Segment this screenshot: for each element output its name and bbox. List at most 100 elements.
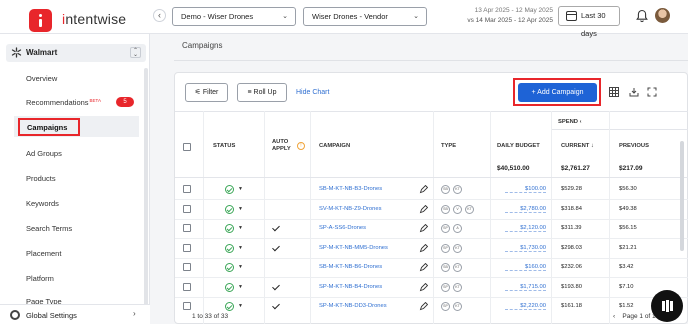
period-button[interactable]: Last 30 days (558, 6, 620, 38)
sidebar-item-recommendations[interactable]: RecommendationsBETA (26, 98, 101, 107)
col-divider (433, 111, 434, 324)
chat-bubble-icon[interactable] (651, 290, 683, 322)
current-spend: $298.03 (561, 244, 582, 251)
campaigns-card: ⚟ Filter ≡ Roll Up Hide Chart + Add Camp… (174, 72, 688, 324)
hide-chart-link[interactable]: Hide Chart (296, 89, 329, 96)
edit-pencil-icon[interactable] (419, 302, 428, 311)
campaign-name-link[interactable]: SP-A-SS6-Drones (319, 225, 366, 231)
campaign-name-link[interactable]: SP-M-KT-NB-DD3-Drones (319, 303, 387, 309)
type-badge: SB (441, 263, 450, 272)
row-checkbox[interactable] (183, 224, 191, 232)
info-icon[interactable]: ! (297, 142, 305, 150)
type-badge: SP (441, 302, 450, 311)
row-checkbox[interactable] (183, 243, 191, 252)
chevron-down-icon[interactable]: ▼ (238, 245, 243, 251)
column-header-previous[interactable]: PREVIOUS (619, 143, 649, 149)
row-checkbox[interactable] (183, 302, 191, 310)
daily-budget-link[interactable]: $100.00 (505, 186, 546, 193)
period-label: Last 30 days (581, 11, 606, 38)
campaign-name-link[interactable]: SP-M-KT-NB-MM5-Drones (319, 245, 388, 251)
status-active-icon[interactable] (225, 302, 234, 311)
download-icon[interactable] (629, 87, 639, 97)
sidebar-channel-selector[interactable]: Walmart ⌃ ⌄ (6, 44, 146, 62)
edit-pencil-icon[interactable] (419, 282, 428, 292)
row-checkbox[interactable] (183, 282, 191, 291)
table-scrollbar[interactable] (680, 141, 684, 251)
global-settings[interactable]: Global Settings › (0, 304, 150, 324)
chevron-down-icon[interactable]: ▼ (238, 225, 243, 231)
sidebar-scrollbar[interactable] (144, 68, 148, 318)
column-header-daily-budget[interactable]: DAILY BUDGET (497, 143, 540, 149)
fullscreen-icon[interactable] (647, 87, 657, 97)
daily-budget-link[interactable]: $2,120.00 (505, 225, 546, 232)
daily-budget-link[interactable]: $1,730.00 (505, 245, 546, 252)
intentwise-logo-icon[interactable] (29, 9, 52, 32)
chevron-down-icon[interactable]: ▼ (238, 264, 243, 270)
status-active-icon[interactable] (225, 185, 234, 194)
rollup-button[interactable]: ≡ Roll Up (237, 83, 287, 102)
sidebar-item-products[interactable]: Products (26, 174, 56, 183)
sidebar-channel-label: Walmart (26, 48, 58, 57)
edit-pencil-icon[interactable] (419, 263, 428, 272)
date-range: 13 Apr 2025 - 12 May 2025 vs 14 Mar 2025… (453, 6, 553, 26)
row-checkbox[interactable] (183, 185, 191, 193)
table-row (175, 238, 688, 239)
previous-spend: $49.38 (619, 205, 637, 212)
daily-budget-link[interactable]: $1,715.00 (505, 284, 546, 291)
column-header-status[interactable]: STATUS (213, 143, 235, 149)
account-dropdown[interactable]: Demo - Wiser Drones ⌄ (172, 7, 296, 26)
account-dropdown-label: Demo - Wiser Drones (181, 12, 254, 21)
campaign-name-link[interactable]: SB-M-KT-NB-B6-Drones (319, 264, 382, 270)
sidebar-item-platform[interactable]: Platform (26, 274, 54, 283)
previous-spend: $56.15 (619, 225, 637, 231)
edit-pencil-icon[interactable] (419, 185, 428, 194)
sidebar-item-placement[interactable]: Placement (26, 249, 61, 258)
sidebar-item-search-terms[interactable]: Search Terms (26, 224, 72, 233)
columns-grid-icon[interactable] (609, 87, 619, 97)
filter-button[interactable]: ⚟ Filter (185, 83, 228, 102)
daily-budget-link[interactable]: $160.00 (505, 264, 546, 271)
sidebar-item-overview[interactable]: Overview (26, 74, 57, 83)
column-header-campaign[interactable]: CAMPAIGN (319, 143, 350, 149)
status-active-icon[interactable] (225, 224, 234, 233)
chevron-down-icon[interactable]: ▼ (238, 206, 243, 212)
table-row (175, 218, 688, 220)
profile-dropdown[interactable]: Wiser Drones - Vendor ⌄ (303, 7, 427, 26)
add-campaign-button[interactable]: + Add Campaign (518, 83, 597, 102)
chevron-left-icon[interactable]: ‹ (580, 119, 582, 125)
daily-budget-link[interactable]: $2,220.00 (505, 303, 546, 310)
campaign-name-link[interactable]: SB-M-KT-NB-B3-Drones (319, 186, 382, 192)
row-checkbox[interactable] (183, 263, 191, 271)
row-checkbox[interactable] (183, 204, 191, 213)
status-active-icon[interactable] (225, 263, 234, 272)
status-active-icon[interactable] (225, 243, 234, 253)
edit-pencil-icon[interactable] (419, 243, 428, 253)
chevron-left-icon[interactable]: ‹ (613, 313, 615, 320)
edit-pencil-icon[interactable] (419, 204, 428, 214)
sidebar-item-ad-groups[interactable]: Ad Groups (26, 149, 62, 158)
sidebar-item-keywords[interactable]: Keywords (26, 199, 59, 208)
type-badge: SP (441, 243, 450, 253)
chevron-down-icon[interactable]: ▼ (238, 284, 243, 290)
campaign-name-link[interactable]: SP-M-KT-NB-B4-Drones (319, 284, 382, 290)
chevron-down-icon[interactable]: ▼ (238, 186, 243, 192)
status-active-icon[interactable] (225, 282, 234, 292)
daily-budget-link[interactable]: $2,780.00 (505, 206, 546, 213)
header-bottom-border (175, 177, 688, 178)
edit-pencil-icon[interactable] (419, 224, 428, 233)
sidebar-item-campaigns[interactable]: Campaigns (18, 118, 80, 136)
column-header-type[interactable]: TYPE (441, 143, 456, 149)
collapse-sidebar-button[interactable]: ‹ (153, 9, 166, 22)
date-range-compare: vs 14 Mar 2025 - 12 Apr 2025 (467, 17, 553, 24)
avatar[interactable] (655, 8, 670, 23)
column-header-current[interactable]: CURRENT ↓ (561, 143, 594, 149)
bell-icon[interactable] (636, 9, 648, 23)
current-spend: $318.84 (561, 205, 582, 212)
type-badge: KT (453, 243, 462, 253)
total-current-spend: $2,761.27 (561, 165, 590, 172)
status-active-icon[interactable] (225, 204, 234, 214)
column-header-auto-apply[interactable]: AUTO APPLY (272, 139, 298, 153)
chevron-down-icon[interactable]: ▼ (238, 303, 243, 309)
select-all-checkbox[interactable] (183, 143, 191, 151)
campaign-name-link[interactable]: SV-M-KT-NB-Z9-Drones (319, 206, 382, 212)
